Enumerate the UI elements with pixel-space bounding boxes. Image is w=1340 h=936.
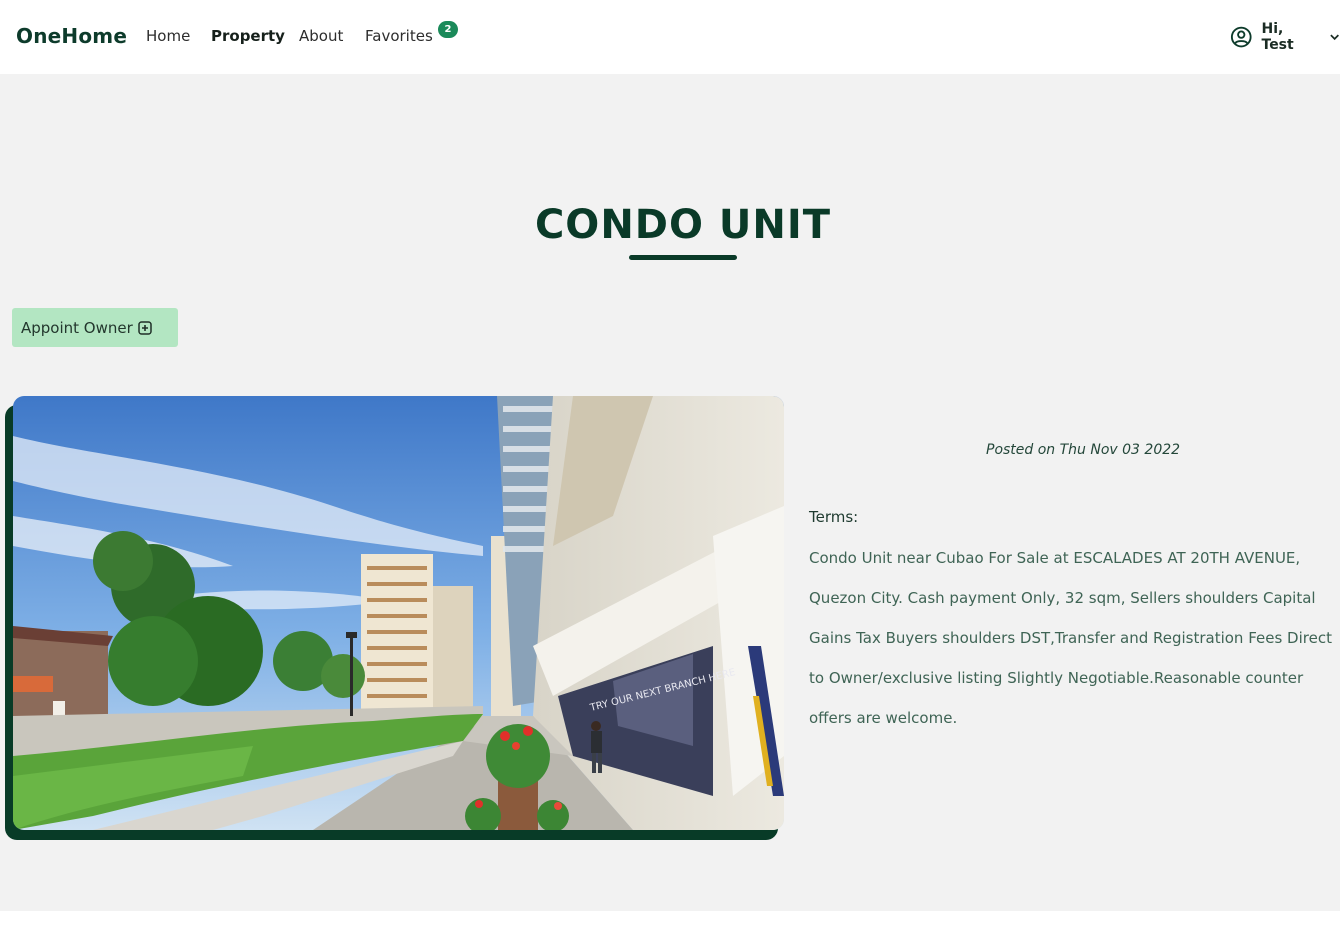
footer-strip — [0, 911, 1340, 936]
nav-about-link[interactable]: About — [299, 27, 343, 45]
nav-home-link[interactable]: Home — [146, 27, 190, 45]
nav-favorites-link[interactable]: Favorites — [365, 27, 433, 45]
user-circle-icon — [1230, 26, 1252, 48]
favorites-count-badge: 2 — [438, 21, 458, 38]
appoint-owner-label: Appoint Owner — [21, 318, 133, 337]
property-photo-illustration: TRY OUR NEXT BRANCH HERE — [13, 396, 784, 830]
chevron-down-icon — [1330, 34, 1339, 41]
posted-date: Posted on Thu Nov 03 2022 — [986, 442, 1181, 458]
property-photo[interactable]: TRY OUR NEXT BRANCH HERE — [13, 396, 784, 830]
plus-square-icon — [138, 320, 152, 335]
property-detail-section: CONDO UNIT Appoint Owner TRY OUR NEXT BR… — [0, 74, 1340, 911]
brand-logo[interactable]: OneHome — [16, 24, 127, 48]
navbar: OneHome Home Property About Favorites 2 … — [0, 0, 1340, 74]
user-greeting: Hi, Test — [1261, 21, 1294, 53]
page-title: CONDO UNIT — [534, 202, 832, 248]
title-underline — [629, 255, 737, 260]
terms-label: Terms: — [809, 508, 859, 526]
terms-description: Condo Unit near Cubao For Sale at ESCALA… — [809, 549, 1332, 727]
nav-property-link[interactable]: Property — [211, 27, 285, 45]
appoint-owner-button[interactable]: Appoint Owner — [12, 308, 178, 347]
user-menu-toggle[interactable]: Hi, Test — [1230, 21, 1340, 53]
